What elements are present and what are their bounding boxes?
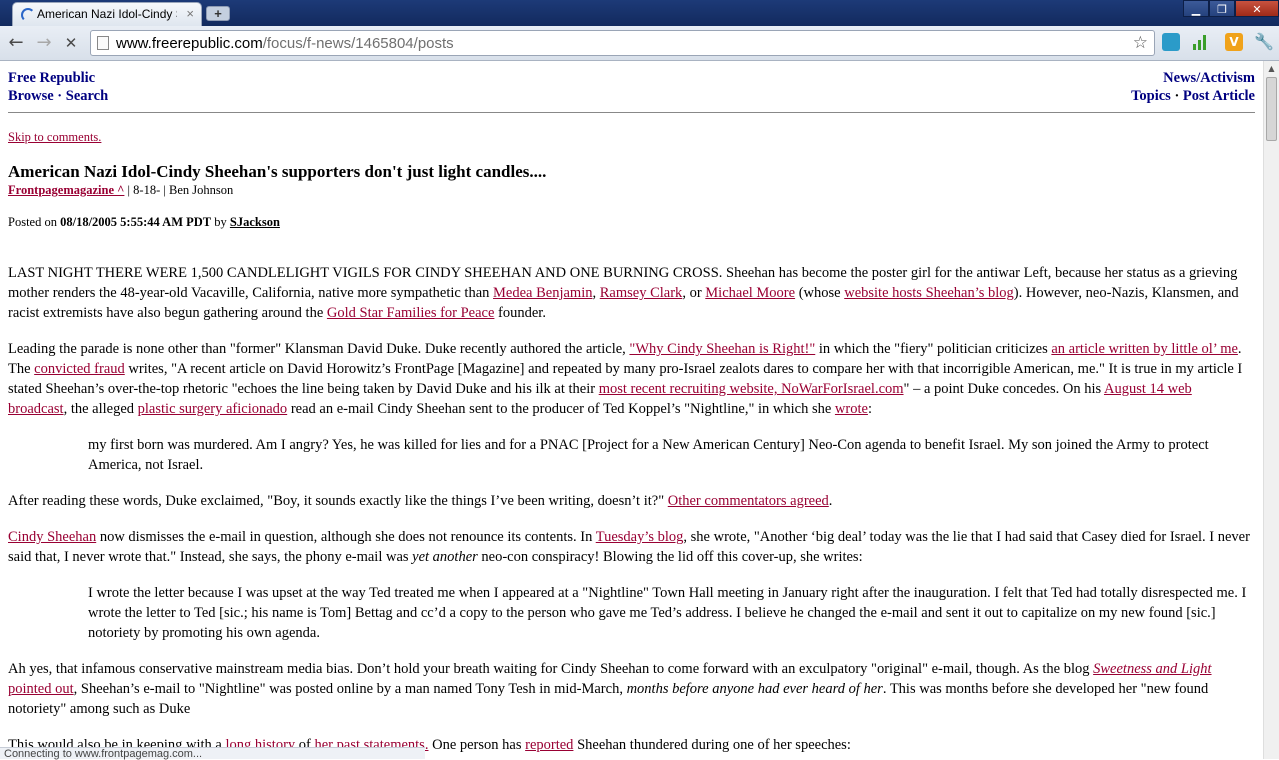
other-commentators-link[interactable]: Other commentators agreed (668, 493, 829, 509)
text: , (592, 285, 600, 301)
free-republic-link[interactable]: Free Republic (8, 70, 95, 86)
nav-separator: · (53, 88, 66, 104)
paragraph: Leading the parade is none other than "f… (8, 339, 1251, 419)
why-cindy-right-link[interactable]: "Why Cindy Sheehan is Right!" (629, 341, 815, 357)
article-source: Frontpagemagazine ^ | 8-18- | Ben Johnso… (8, 183, 233, 198)
cindy-sheehan-link[interactable]: Cindy Sheehan (8, 529, 96, 545)
posted-by: by (211, 215, 230, 229)
back-button[interactable]: ← (6, 33, 26, 53)
article-headline: American Nazi Idol-Cindy Sheehan's suppo… (8, 162, 547, 181)
window-controls: ▁ ❐ ✕ (1183, 0, 1279, 18)
wrote-link[interactable]: wrote (835, 401, 868, 417)
text: Ah yes, that infamous conservative mains… (8, 661, 1094, 677)
text: read an e-mail Cindy Sheehan sent to the… (287, 401, 835, 417)
browser-toolbar: ← → ✕ www.freerepublic.com/focus/f-news/… (0, 26, 1279, 61)
text: " – a point Duke concedes. On his (903, 381, 1104, 397)
window-titlebar: American Nazi Idol-Cindy S × + ▁ ❐ ✕ (0, 0, 1279, 26)
scroll-thumb[interactable] (1266, 77, 1277, 141)
browse-link[interactable]: Browse (8, 88, 54, 104)
vertical-scrollbar[interactable]: ▲ (1263, 61, 1279, 759)
plastic-surgery-link[interactable]: plastic surgery aficionado (138, 401, 288, 417)
text: , or (682, 285, 706, 301)
paragraph: Cindy Sheehan now dismisses the e-mail i… (8, 527, 1251, 567)
page-icon (97, 36, 109, 50)
text: : (867, 401, 872, 417)
scroll-up-arrow-icon[interactable]: ▲ (1264, 61, 1279, 76)
tab-title: American Nazi Idol-Cindy S (37, 7, 177, 21)
michael-moore-link[interactable]: Michael Moore (705, 285, 795, 301)
website-hosts-blog-link[interactable]: website hosts Sheehan’s blog (844, 285, 1014, 301)
maximize-button[interactable]: ❐ (1209, 0, 1235, 17)
text: After reading these words, Duke exclaime… (8, 493, 668, 509)
posted-prefix: Posted on (8, 215, 61, 229)
poster-link[interactable]: SJackson (230, 215, 280, 229)
loading-spinner-icon (21, 8, 35, 22)
stats-extension-icon[interactable] (1191, 33, 1209, 51)
text: neo-con conspiracy! Blowing the lid off … (477, 549, 863, 565)
status-bar: Connecting to www.frontpagemag.com... (0, 747, 425, 760)
search-link[interactable]: Search (66, 88, 108, 104)
convicted-fraud-link[interactable]: convicted fraud (34, 361, 125, 377)
source-meta: | 8-18- | Ben Johnson (124, 183, 234, 197)
tab-close-icon[interactable]: × (186, 6, 194, 21)
wrench-menu-icon[interactable]: 🔧 (1254, 33, 1274, 51)
paragraph: LAST NIGHT THERE WERE 1,500 CANDLELIGHT … (8, 263, 1251, 323)
browser-tab[interactable]: American Nazi Idol-Cindy S × (12, 2, 202, 26)
v-extension-icon[interactable]: V (1225, 33, 1243, 51)
gold-star-families-link[interactable]: Gold Star Families for Peace (327, 305, 495, 321)
source-link[interactable]: Frontpagemagazine ^ (8, 183, 124, 197)
url-host: www.freerepublic.com (116, 35, 263, 52)
text: Leading the parade is none other than "f… (8, 341, 630, 357)
url-path: /focus/f-news/1465804/posts (262, 35, 454, 52)
text: , the alleged (63, 401, 138, 417)
url-text[interactable]: www.freerepublic.com/focus/f-news/146580… (116, 35, 454, 52)
skip-to-comments-link[interactable]: Skip to comments. (8, 130, 101, 144)
site-nav-left: Free Republic Browse · Search (8, 69, 108, 105)
text: . (828, 493, 833, 509)
pointed-out-link[interactable]: pointed out (8, 681, 74, 697)
text: in which the "fiery" politician criticiz… (815, 341, 1052, 357)
post-article-link[interactable]: Post Article (1183, 88, 1255, 104)
posted-date: 08/18/2005 5:55:44 AM PDT (60, 215, 212, 229)
medea-benjamin-link[interactable]: Medea Benjamin (493, 285, 592, 301)
stop-button[interactable]: ✕ (61, 33, 81, 53)
quote-block: my first born was murdered. Am I angry? … (88, 437, 1209, 473)
topics-link[interactable]: Topics (1131, 88, 1171, 104)
paragraph: After reading these words, Duke exclaime… (8, 491, 1251, 511)
divider (8, 112, 1255, 113)
paragraph: Ah yes, that infamous conservative mains… (8, 659, 1251, 719)
article-body: LAST NIGHT THERE WERE 1,500 CANDLELIGHT … (8, 263, 1251, 759)
sweetness-light-link[interactable]: Sweetness and Light (1093, 661, 1211, 677)
news-activism-link[interactable]: News/Activism (1163, 70, 1255, 86)
nav-separator: · (1170, 88, 1183, 104)
new-tab-button[interactable]: + (206, 6, 230, 21)
article-by-me-link[interactable]: an article written by little ol’ me (1051, 341, 1238, 357)
web-page: Free Republic Browse · Search News/Activ… (0, 61, 1263, 759)
text: founder. (494, 305, 546, 321)
extension-icon[interactable] (1162, 33, 1180, 51)
emphasis: yet another (412, 549, 478, 565)
emphasis: months before anyone had ever heard of h… (626, 681, 883, 697)
recruiting-website-link[interactable]: most recent recruiting website, NoWarFor… (599, 381, 904, 397)
address-bar[interactable]: www.freerepublic.com/focus/f-news/146580… (90, 30, 1155, 56)
close-window-button[interactable]: ✕ (1235, 0, 1279, 17)
text: Sheehan thundered during one of her spee… (573, 737, 851, 753)
reported-link[interactable]: reported (525, 737, 573, 753)
posted-line: Posted on 08/18/2005 5:55:44 AM PDT by S… (8, 215, 280, 230)
bookmark-star-icon[interactable]: ☆ (1133, 33, 1148, 53)
text: now dismisses the e-mail in question, al… (96, 529, 596, 545)
quote-block: I wrote the letter because I was upset a… (88, 585, 1247, 641)
site-nav-right: News/Activism Topics · Post Article (1131, 69, 1255, 105)
text: , Sheehan’s e-mail to "Nightline" was po… (73, 681, 627, 697)
forward-button[interactable]: → (34, 33, 54, 53)
minimize-button[interactable]: ▁ (1183, 0, 1209, 17)
ramsey-clark-link[interactable]: Ramsey Clark (600, 285, 683, 301)
text: One person has (428, 737, 526, 753)
tuesdays-blog-link[interactable]: Tuesday’s blog (596, 529, 684, 545)
text: (whose (795, 285, 845, 301)
